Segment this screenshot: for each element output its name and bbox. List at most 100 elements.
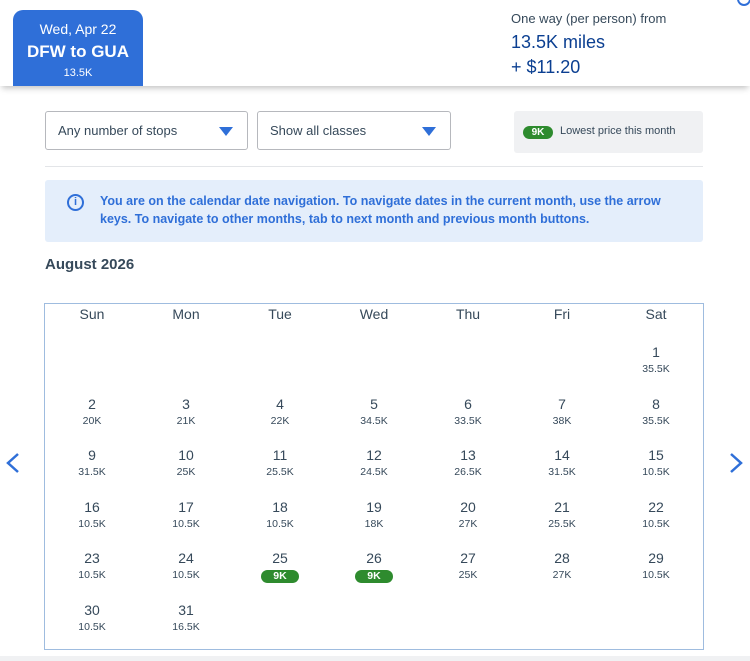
fare-taxes: + $11.20 (511, 57, 581, 77)
calendar-day[interactable]: 17 10.5K (139, 499, 233, 545)
day-price: 34.5K (360, 414, 388, 427)
calendar-day[interactable]: 21 25.5K (515, 499, 609, 545)
weekday-header: Wed (359, 306, 389, 322)
calendar-day[interactable]: 28 27K (515, 550, 609, 596)
calendar-day[interactable]: 30 10.5K (45, 602, 139, 648)
day-price: 10.5K (266, 517, 294, 530)
previous-month-button[interactable] (5, 452, 21, 474)
calendar-day[interactable]: 6 33.5K (421, 396, 515, 442)
stops-select[interactable]: Any number of stops (45, 111, 248, 150)
day-number: 22 (648, 498, 664, 515)
day-price: 24.5K (360, 466, 388, 478)
calendar-day[interactable]: 8 35.5K (609, 396, 703, 442)
calendar-day[interactable]: 11 25.5K (233, 447, 327, 493)
calendar-day[interactable]: 14 31.5K (515, 447, 609, 493)
calendar-day[interactable]: 31 16.5K (139, 602, 233, 648)
day-price: 35.5K (642, 363, 670, 375)
day-price: 10.5K (78, 517, 106, 530)
day-number: 27 (460, 550, 476, 566)
calendar-day[interactable]: 7 38K (515, 396, 609, 442)
day-number: 29 (648, 550, 664, 566)
calendar-day[interactable]: 13 26.5K (421, 447, 515, 493)
day-number: 9 (88, 447, 96, 463)
calendar-info-banner: i You are on the calendar date navigatio… (45, 180, 703, 242)
day-price: 33.5K (454, 414, 482, 427)
day-price: 27K (552, 569, 572, 581)
day-number: 3 (182, 395, 190, 412)
day-price: 35.5K (642, 414, 670, 427)
day-price: 22K (270, 414, 290, 427)
info-icon: i (67, 194, 84, 211)
calendar-day[interactable]: 16 10.5K (45, 499, 139, 545)
day-number: 1 (652, 344, 660, 360)
calendar-day[interactable]: 4 22K (233, 396, 327, 442)
calendar-day[interactable]: 26 9K (327, 550, 421, 596)
day-number: 24 (178, 550, 194, 566)
day-number: 17 (178, 498, 194, 515)
calendar-day[interactable]: 25 9K (233, 550, 327, 596)
class-select-value: Show all classes (270, 123, 367, 138)
day-number: 8 (652, 395, 660, 412)
day-number: 16 (84, 498, 100, 515)
day-price: 25K (176, 466, 196, 478)
corner-icon (737, 0, 750, 6)
weekday-header: Mon (172, 306, 200, 322)
day-price: 27K (458, 517, 478, 530)
day-number: 12 (366, 447, 382, 463)
calendar-day[interactable]: 20 27K (421, 499, 515, 545)
day-price: 21K (176, 414, 196, 427)
calendar-day[interactable]: 15 10.5K (609, 447, 703, 493)
route-label: DFW to GUA (27, 42, 129, 61)
next-month-button[interactable] (728, 452, 744, 474)
weekday-header: Sat (645, 306, 667, 322)
day-number: 4 (276, 395, 284, 412)
date-label: Wed, Apr 22 (39, 21, 117, 37)
calendar-day[interactable]: 12 24.5K (327, 447, 421, 493)
weekday-header: Thu (455, 306, 481, 322)
divider (45, 166, 703, 167)
calendar-day[interactable]: 23 10.5K (45, 550, 139, 596)
calendar-day[interactable]: 22 10.5K (609, 499, 703, 545)
calendar-day[interactable]: 24 10.5K (139, 550, 233, 596)
calendar-day[interactable]: 1 35.5K (609, 344, 703, 390)
day-number: 6 (464, 395, 472, 412)
flight-header: Wed, Apr 22 DFW to GUA 13.5K One way (pe… (0, 0, 750, 86)
day-number: 13 (460, 447, 476, 463)
day-number: 25 (272, 550, 288, 566)
calendar-day[interactable]: 27 25K (421, 550, 515, 596)
day-number: 11 (272, 447, 288, 463)
bottom-strip (0, 656, 750, 661)
day-price: 38K (552, 414, 572, 427)
day-price: 31.5K (548, 466, 576, 478)
calendar-day[interactable]: 5 34.5K (327, 396, 421, 442)
chevron-left-icon (6, 453, 19, 473)
calendar-day[interactable]: 3 21K (139, 396, 233, 442)
calendar-day[interactable]: 18 10.5K (233, 499, 327, 545)
day-price: 16.5K (172, 620, 200, 633)
day-price: 10.5K (642, 466, 670, 478)
day-number: 31 (178, 601, 194, 618)
day-number: 10 (178, 447, 194, 463)
selected-date-tab[interactable]: Wed, Apr 22 DFW to GUA 13.5K (13, 10, 143, 86)
day-price: 25K (458, 569, 478, 581)
fare-label: One way (per person) from (511, 11, 667, 26)
info-message: You are on the calendar date navigation.… (100, 194, 661, 226)
day-price: 10.5K (78, 620, 106, 633)
class-select[interactable]: Show all classes (257, 111, 451, 150)
calendar-day[interactable]: 9 31.5K (45, 447, 139, 493)
calendar-day[interactable]: 10 25K (139, 447, 233, 493)
fare-summary: One way (per person) from 13.5K miles + … (511, 11, 666, 78)
calendar-day[interactable]: 19 18K (327, 499, 421, 545)
day-number: 18 (272, 498, 288, 515)
day-number: 23 (84, 550, 100, 566)
day-price: 31.5K (78, 466, 106, 478)
day-price: 20K (82, 414, 102, 427)
day-price: 10.5K (642, 517, 670, 530)
lowest-price-badge: 9K (261, 570, 299, 583)
day-number: 21 (554, 498, 570, 515)
calendar-day[interactable]: 2 20K (45, 396, 139, 442)
lowest-price-badge: 9K (523, 126, 553, 139)
calendar-day[interactable]: 29 10.5K (609, 550, 703, 596)
day-price: 26.5K (454, 466, 482, 478)
calendar-grid: Sun Mon Tue Wed Thu Fri Sat 1 35.5K 2 20K 3 21K 4 22K 5… (44, 303, 704, 650)
